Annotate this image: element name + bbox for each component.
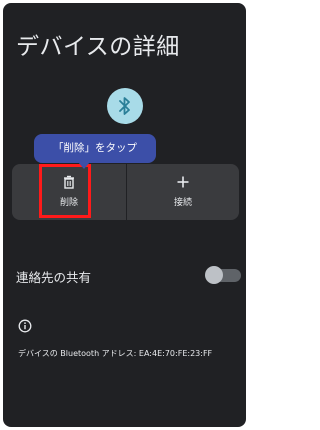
connect-button[interactable]: 接続 bbox=[127, 164, 239, 220]
tap-highlight-box bbox=[39, 164, 91, 218]
page-title: デバイスの詳細 bbox=[16, 34, 180, 60]
tooltip-pointer bbox=[78, 162, 90, 169]
bluetooth-address: デバイスの Bluetooth アドレス: EA:4E:70:FE:23:FF bbox=[18, 349, 213, 358]
delete-button[interactable]: 削除 bbox=[12, 164, 126, 220]
tap-delete-tooltip: 「削除」をタップ bbox=[34, 134, 156, 163]
plus-icon bbox=[177, 176, 189, 188]
info-icon bbox=[18, 319, 32, 333]
share-contacts-toggle[interactable] bbox=[205, 266, 241, 284]
device-details-screen: デバイスの詳細 65 削除 接続 「削除」をタップ bbox=[3, 3, 246, 427]
bluetooth-device-avatar bbox=[107, 88, 143, 124]
share-contacts-label: 連絡先の共有 bbox=[16, 270, 92, 285]
toggle-thumb bbox=[205, 266, 223, 284]
connect-label: 接続 bbox=[173, 198, 192, 208]
share-contacts-row[interactable]: 連絡先の共有 bbox=[16, 265, 241, 285]
bluetooth-icon bbox=[119, 97, 130, 115]
device-action-bar: 削除 接続 bbox=[12, 164, 239, 220]
